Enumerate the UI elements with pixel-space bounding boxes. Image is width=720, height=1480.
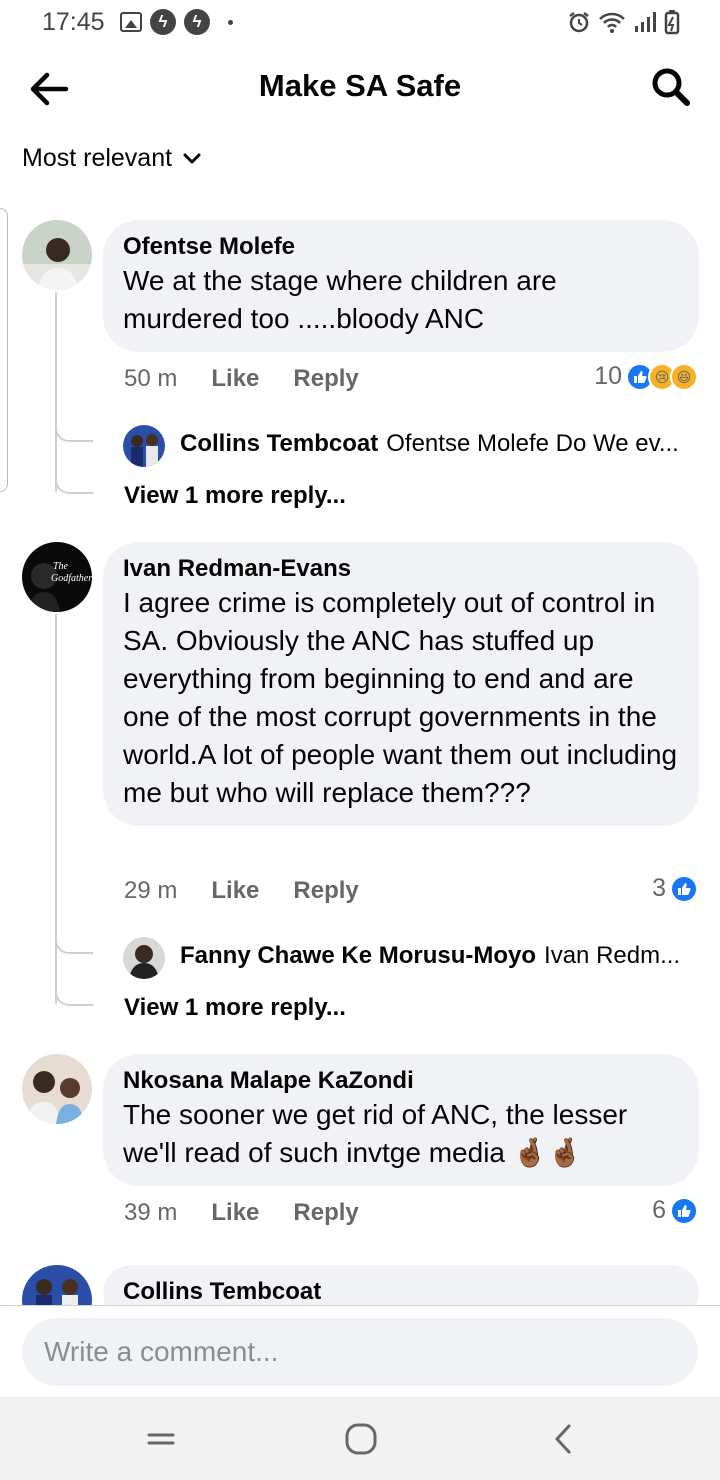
avatar[interactable]: [22, 1265, 92, 1305]
search-icon: [652, 68, 690, 106]
dot-icon: [228, 19, 233, 25]
system-nav-bar: [0, 1397, 720, 1480]
status-bar: 17:45 ϟ ϟ: [0, 0, 720, 44]
signal-icon: [635, 12, 656, 32]
comment-time[interactable]: 29 m: [124, 877, 177, 905]
sort-dropdown[interactable]: Most relevant: [22, 144, 202, 173]
thread-connector: [55, 934, 93, 954]
comment-author[interactable]: Ivan Redman-Evans: [123, 554, 679, 584]
reply-preview[interactable]: Collins Tembcoat Ofentse Molefe Do We ev.…: [180, 430, 696, 458]
haha-reaction-icon: 😆: [670, 362, 698, 391]
comment-time[interactable]: 50 m: [124, 365, 177, 393]
recent-apps-icon: [147, 1433, 175, 1445]
comment-actions: 29 m Like Reply: [124, 877, 359, 905]
comment-bubble[interactable]: Collins Tembcoat: [103, 1265, 699, 1305]
comment-bubble[interactable]: Ivan Redman-Evans I agree crime is compl…: [103, 542, 699, 826]
reaction-summary[interactable]: 10 😢 😆: [594, 362, 698, 391]
reply-text: Ivan Redm...: [544, 942, 681, 969]
comment-author[interactable]: Nkosana Malape KaZondi: [123, 1066, 679, 1096]
bolt-icon: ϟ: [150, 9, 176, 35]
view-more-replies[interactable]: View 1 more reply...: [124, 482, 346, 510]
reaction-count: 6: [652, 1196, 666, 1224]
recent-apps-button[interactable]: [141, 1419, 181, 1459]
chevron-down-icon: [183, 153, 201, 163]
thread-connector: [55, 474, 93, 494]
wifi-icon: [599, 12, 625, 33]
reply-text: Ofentse Molefe Do We ev...: [386, 430, 679, 457]
comment-actions: 39 m Like Reply: [124, 1199, 359, 1227]
bolt-icon: ϟ: [184, 9, 210, 35]
nav-back-button[interactable]: [543, 1419, 583, 1459]
home-icon: [345, 1423, 377, 1455]
reaction-count: 3: [652, 874, 666, 902]
scroll-rail: [0, 208, 8, 492]
reaction-summary[interactable]: 6: [652, 1196, 698, 1225]
avatar[interactable]: [22, 220, 92, 290]
status-time: 17:45: [42, 8, 105, 36]
comment-author[interactable]: Ofentse Molefe: [123, 232, 679, 262]
back-icon: [555, 1424, 571, 1454]
image-icon: [120, 12, 142, 32]
thread-connector: [55, 986, 93, 1006]
system-icons: [567, 9, 680, 35]
comment-author[interactable]: Collins Tembcoat: [123, 1277, 679, 1305]
view-more-replies[interactable]: View 1 more reply...: [124, 994, 346, 1022]
like-reaction-icon: [670, 874, 698, 903]
avatar[interactable]: The Godfather: [22, 542, 92, 612]
like-button[interactable]: Like: [211, 877, 259, 905]
avatar[interactable]: [22, 1054, 92, 1124]
comment-bubble[interactable]: Ofentse Molefe We at the stage where chi…: [103, 220, 699, 352]
battery-icon: [664, 10, 680, 35]
like-button[interactable]: Like: [211, 365, 259, 393]
reaction-count: 10: [594, 362, 622, 390]
svg-text:Godfather: Godfather: [51, 573, 92, 584]
search-button[interactable]: [650, 66, 692, 108]
comment-input[interactable]: [22, 1318, 698, 1386]
comment-text: I agree crime is completely out of contr…: [123, 587, 678, 808]
thread-line: [55, 292, 57, 492]
reply-preview[interactable]: Fanny Chawe Ke Morusu-Moyo Ivan Redm...: [180, 942, 696, 970]
comments-feed[interactable]: Ofentse Molefe We at the stage where chi…: [0, 200, 720, 1305]
like-button[interactable]: Like: [211, 1199, 259, 1227]
comment-composer: [0, 1305, 720, 1397]
comment-text: We at the stage where children are murde…: [123, 265, 557, 334]
reply-author[interactable]: Fanny Chawe Ke Morusu-Moyo: [180, 942, 536, 969]
alarm-icon: [569, 12, 589, 33]
comment-bubble[interactable]: Nkosana Malape KaZondi The sooner we get…: [103, 1054, 699, 1186]
svg-text:The: The: [53, 561, 69, 572]
app-header: Make SA Safe: [0, 50, 720, 126]
sort-label: Most relevant: [22, 144, 173, 172]
reaction-summary[interactable]: 3: [652, 874, 698, 903]
thread-connector: [55, 422, 93, 442]
like-reaction-icon: [670, 1196, 698, 1225]
reply-button[interactable]: Reply: [293, 1199, 358, 1227]
home-button[interactable]: [341, 1419, 381, 1459]
reply-author[interactable]: Collins Tembcoat: [180, 430, 378, 457]
reply-avatar[interactable]: [123, 937, 165, 979]
reply-button[interactable]: Reply: [293, 877, 358, 905]
comment-text: The sooner we get rid of ANC, the lesser…: [123, 1099, 628, 1168]
reply-button[interactable]: Reply: [293, 365, 358, 393]
comment-actions: 50 m Like Reply: [124, 365, 359, 393]
comment-time[interactable]: 39 m: [124, 1199, 177, 1227]
reply-avatar[interactable]: [123, 425, 165, 467]
page-title: Make SA Safe: [258, 68, 462, 103]
notification-icons: ϟ ϟ: [120, 9, 233, 35]
